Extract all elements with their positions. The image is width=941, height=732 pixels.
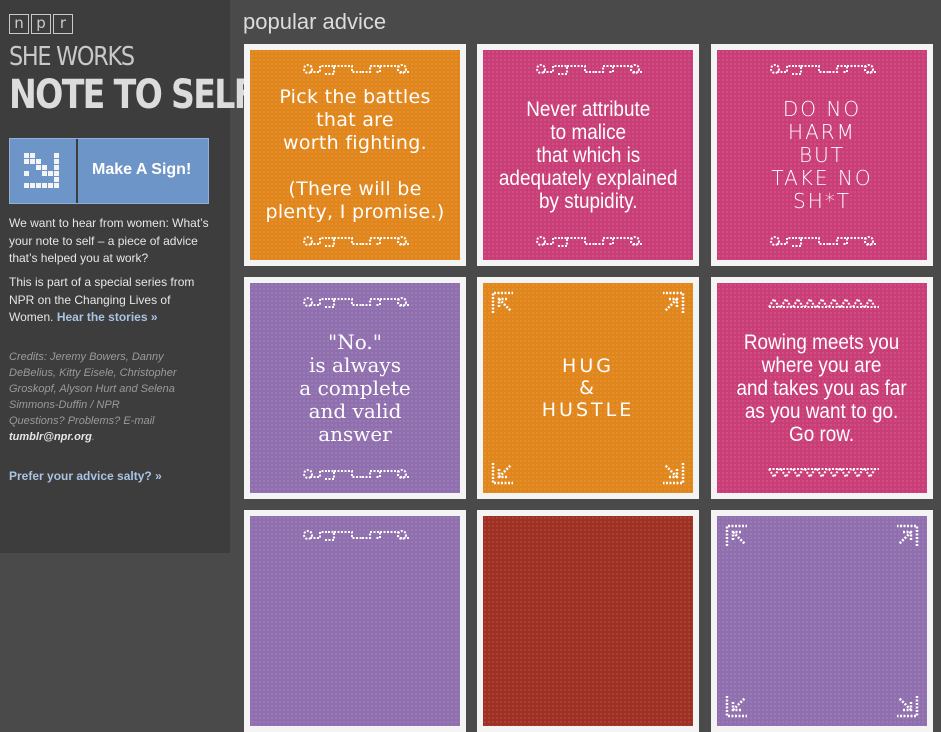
advice-line xyxy=(265,155,444,178)
advice-sign: DO NO HARM BUT TAKE NO SH*T xyxy=(717,50,927,260)
advice-card[interactable] xyxy=(244,510,466,732)
advice-card[interactable] xyxy=(711,510,933,732)
advice-sign xyxy=(717,516,927,726)
corner-ornament-tr-icon xyxy=(897,524,919,546)
advice-text: Never attribute to malice that which is ade… xyxy=(499,98,678,213)
advice-line: and valid xyxy=(308,398,402,423)
advice-line: adequately explained xyxy=(498,166,678,190)
section-title: popular advice xyxy=(243,9,387,34)
logo-letter-n: n xyxy=(9,14,29,34)
advice-text: HUG & HUSTLE xyxy=(542,355,634,421)
corner-ornament-bl-icon xyxy=(725,696,747,718)
advice-sign: HUG & HUSTLE xyxy=(483,283,693,493)
credits: Credits: Jeremy Bowers, Danny DeBelius, … xyxy=(9,349,209,445)
advice-line: by stupidity. xyxy=(538,189,638,213)
questions-text: Questions? Problems? E-mail xyxy=(9,415,155,427)
advice-line: Go row. xyxy=(789,422,855,446)
advice-sign: "No." is always a complete and valid answer xyxy=(250,283,460,493)
advice-sign xyxy=(483,516,693,726)
logo-letter-p: p xyxy=(31,14,51,34)
advice-line: Rowing meets you xyxy=(744,330,900,354)
advice-line: and takes you as far xyxy=(736,376,908,400)
triangle-border-top-icon xyxy=(768,297,879,308)
salty-advice-link[interactable]: Prefer your advice salty? » xyxy=(9,469,162,483)
series-description: This is part of a special series from NP… xyxy=(9,274,214,327)
advice-text: "No." is always a complete and valid answer xyxy=(299,329,411,446)
scroll-ornament-top-icon xyxy=(303,64,410,75)
advice-line: where you are xyxy=(762,353,882,377)
credits-text: Credits: Jeremy Bowers, Danny DeBelius, … xyxy=(9,351,177,411)
triangle-border-bot-icon xyxy=(768,468,879,479)
email-link[interactable]: tumblr@npr.org xyxy=(9,431,92,443)
advice-sign: Rowing meets you where you are and takes y… xyxy=(717,283,927,493)
advice-card[interactable] xyxy=(477,510,699,732)
advice-line: worth fighting. xyxy=(283,132,427,154)
advice-line: is always xyxy=(309,352,401,377)
make-a-sign-button[interactable]: Make A Sign! xyxy=(9,138,209,204)
advice-line: a complete xyxy=(299,375,411,400)
advice-line: plenty, I promise.) xyxy=(265,201,445,223)
advice-text: Pick the battles that are worth fighting. … xyxy=(265,86,444,224)
scroll-ornament-top-icon xyxy=(536,64,643,75)
advice-line: (There will be xyxy=(288,178,422,200)
hear-the-stories-link[interactable]: Hear the stories » xyxy=(57,310,158,324)
advice-sign xyxy=(250,516,460,726)
advice-line: HARM xyxy=(788,119,856,144)
npr-logo[interactable]: n p r xyxy=(9,14,73,34)
scroll-ornament-top-icon xyxy=(303,530,410,541)
make-a-sign-label: Make A Sign! xyxy=(92,161,192,178)
advice-line: TAKE NO xyxy=(771,165,873,190)
intro-text: We want to hear from women: What’s your … xyxy=(9,216,209,265)
scroll-ornament-bot-icon xyxy=(536,236,643,247)
advice-card[interactable]: Pick the battles that are worth fighting. … xyxy=(244,44,466,266)
scroll-ornament-bot-icon xyxy=(303,469,410,480)
series-name: SHE WORKS xyxy=(9,42,135,72)
scroll-ornament-top-icon xyxy=(770,64,877,75)
sidebar: n p r SHE WORKS NOTE TO SELF Make A Sign… xyxy=(0,0,256,553)
advice-line: to malice xyxy=(550,120,626,144)
site-title: NOTE TO SELF xyxy=(9,72,256,118)
advice-line: Never attribute xyxy=(526,97,650,121)
corner-ornament-tl-icon xyxy=(491,291,513,313)
scroll-ornament-bot-icon xyxy=(770,236,877,247)
advice-card[interactable]: Never attribute to malice that which is ade… xyxy=(477,44,699,266)
scroll-ornament-top-icon xyxy=(303,297,410,308)
advice-text: Rowing meets you where you are and takes y… xyxy=(737,331,907,446)
advice-line: answer xyxy=(318,421,392,446)
advice-line: that are xyxy=(316,109,394,131)
advice-card[interactable]: Rowing meets you where you are and takes y… xyxy=(711,277,933,499)
advice-sign: Pick the battles that are worth fighting. … xyxy=(250,50,460,260)
advice-line: "No." xyxy=(328,329,382,354)
pixel-sign-icon xyxy=(10,139,78,203)
advice-line: Pick the battles xyxy=(279,86,431,108)
email-suffix: . xyxy=(91,431,95,443)
corner-ornament-br-icon xyxy=(663,463,685,485)
advice-line: BUT xyxy=(799,142,845,167)
advice-card[interactable]: "No." is always a complete and valid answer xyxy=(244,277,466,499)
advice-line: HUG xyxy=(562,355,614,377)
corner-ornament-bl-icon xyxy=(491,463,513,485)
advice-line: DO NO xyxy=(782,96,862,121)
advice-line: SH*T xyxy=(793,188,851,213)
corner-ornament-tl-icon xyxy=(725,524,747,546)
advice-card[interactable]: DO NO HARM BUT TAKE NO SH*T xyxy=(711,44,933,266)
advice-line: HUSTLE xyxy=(541,399,635,421)
advice-sign: Never attribute to malice that which is ade… xyxy=(483,50,693,260)
corner-ornament-br-icon xyxy=(897,696,919,718)
logo-letter-r: r xyxy=(53,14,73,34)
scroll-ornament-bot-icon xyxy=(303,236,410,247)
advice-line: & xyxy=(579,377,597,399)
advice-line: as you want to go. xyxy=(745,399,899,423)
corner-ornament-tr-icon xyxy=(663,291,685,313)
advice-line: that which is xyxy=(535,143,641,167)
advice-text: DO NO HARM BUT TAKE NO SH*T xyxy=(771,96,873,213)
advice-card[interactable]: HUG & HUSTLE xyxy=(477,277,699,499)
